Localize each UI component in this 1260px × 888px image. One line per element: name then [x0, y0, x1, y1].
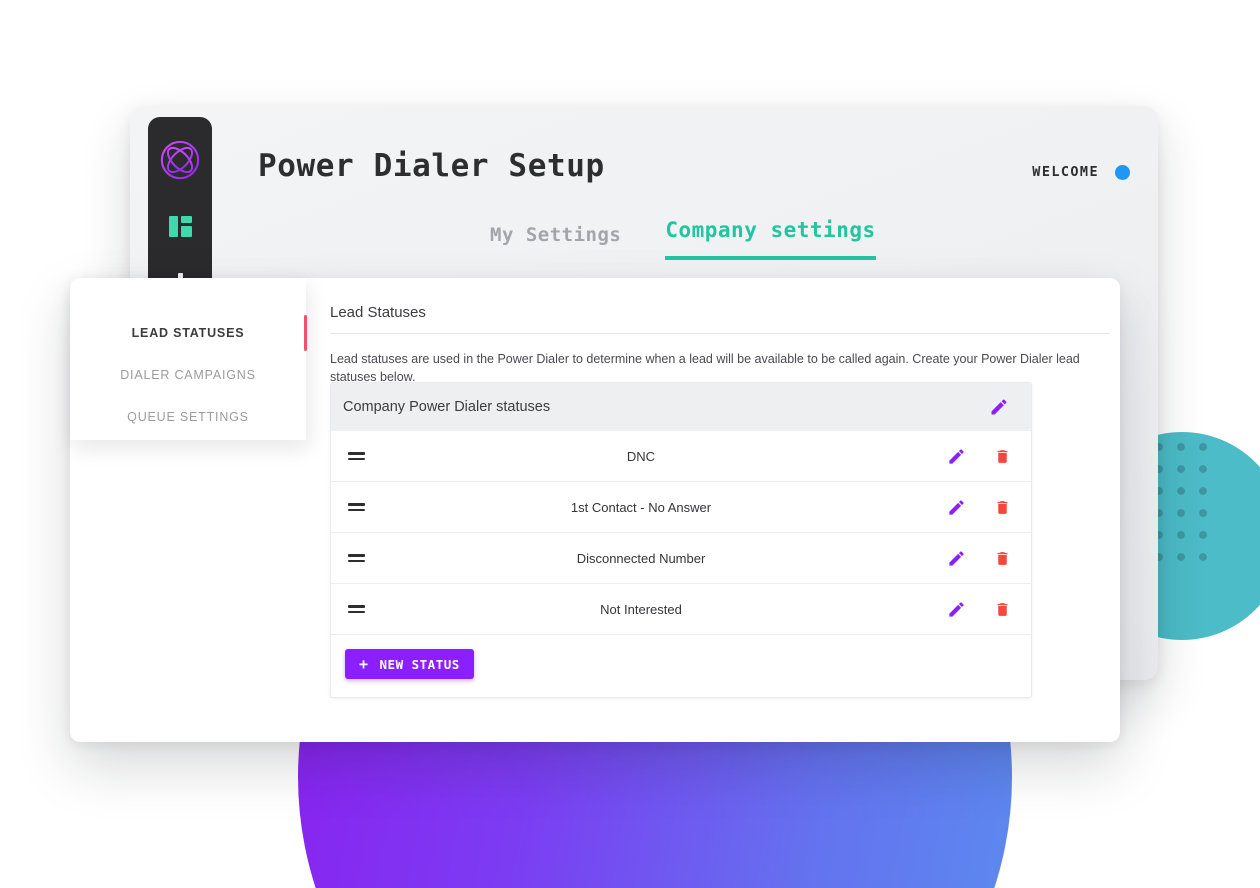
add-status-button-label: NEW STATUS — [379, 656, 460, 672]
row-actions — [947, 447, 1011, 466]
table-row[interactable]: DNC — [331, 431, 1031, 482]
sidebar-item-dialer-campaigns[interactable]: DIALER CAMPAIGNS — [70, 354, 306, 396]
trash-icon[interactable] — [994, 549, 1011, 568]
drag-handle-icon[interactable] — [348, 449, 365, 463]
sidebar-item-label: QUEUE SETTINGS — [127, 410, 249, 424]
trash-icon[interactable] — [994, 447, 1011, 466]
statuses-card-header: Company Power Dialer statuses — [331, 383, 1031, 431]
statuses-card-title: Company Power Dialer statuses — [343, 399, 551, 415]
status-label: Disconnected Number — [576, 550, 706, 566]
plus-icon: + — [359, 654, 369, 673]
status-label: 1st Contact - No Answer — [570, 499, 712, 515]
row-actions — [947, 600, 1011, 619]
table-row[interactable]: Not Interested — [331, 584, 1031, 635]
settings-panel: LEAD STATUSES DIALER CAMPAIGNS QUEUE SET… — [70, 278, 1120, 742]
tab-company-settings[interactable]: Company settings — [665, 218, 876, 260]
pencil-icon[interactable] — [947, 549, 966, 568]
sidebar-item-dashboard[interactable] — [167, 213, 193, 239]
pencil-icon[interactable] — [989, 397, 1009, 417]
page-title: Power Dialer Setup — [258, 148, 605, 184]
atom-logo-icon[interactable] — [159, 139, 201, 181]
drag-handle-icon[interactable] — [348, 500, 365, 514]
pencil-icon[interactable] — [947, 498, 966, 517]
pencil-icon[interactable] — [947, 447, 966, 466]
sidebar-item-label: LEAD STATUSES — [131, 326, 245, 340]
dashboard-grid-icon — [168, 215, 192, 237]
table-row[interactable]: Disconnected Number — [331, 533, 1031, 584]
sidebar-item-label: DIALER CAMPAIGNS — [120, 368, 256, 382]
drag-handle-icon[interactable] — [348, 551, 365, 565]
status-label: DNC — [626, 448, 656, 464]
new-status-footer: + NEW STATUS — [331, 635, 1031, 697]
row-actions — [947, 498, 1011, 517]
statuses-card: Company Power Dialer statuses DNC 1st Co… — [330, 382, 1032, 698]
trash-icon[interactable] — [994, 498, 1011, 517]
welcome-label: WELCOME — [1032, 164, 1099, 180]
pencil-icon[interactable] — [947, 600, 966, 619]
sidebar-item-queue-settings[interactable]: QUEUE SETTINGS — [70, 396, 306, 438]
add-status-button[interactable]: + NEW STATUS — [345, 649, 474, 679]
table-row[interactable]: 1st Contact - No Answer — [331, 482, 1031, 533]
row-actions — [947, 549, 1011, 568]
drag-handle-icon[interactable] — [348, 602, 365, 616]
avatar[interactable] — [1115, 164, 1130, 180]
welcome-block: WELCOME — [1032, 164, 1130, 180]
tab-my-settings[interactable]: My Settings — [490, 224, 621, 260]
section-title: Lead Statuses — [330, 304, 426, 321]
settings-nav: LEAD STATUSES DIALER CAMPAIGNS QUEUE SET… — [70, 278, 307, 440]
screenshot-root: Power Dialer Setup WELCOME My Settings C… — [0, 0, 1260, 888]
tab-bar: My Settings Company settings — [490, 218, 876, 260]
sidebar-item-lead-statuses[interactable]: LEAD STATUSES — [70, 312, 307, 354]
section-description: Lead statuses are used in the Power Dial… — [330, 352, 1080, 384]
status-label: Not Interested — [600, 601, 682, 617]
trash-icon[interactable] — [994, 600, 1011, 619]
content-area: Lead Statuses Lead statuses are used in … — [330, 304, 1110, 698]
